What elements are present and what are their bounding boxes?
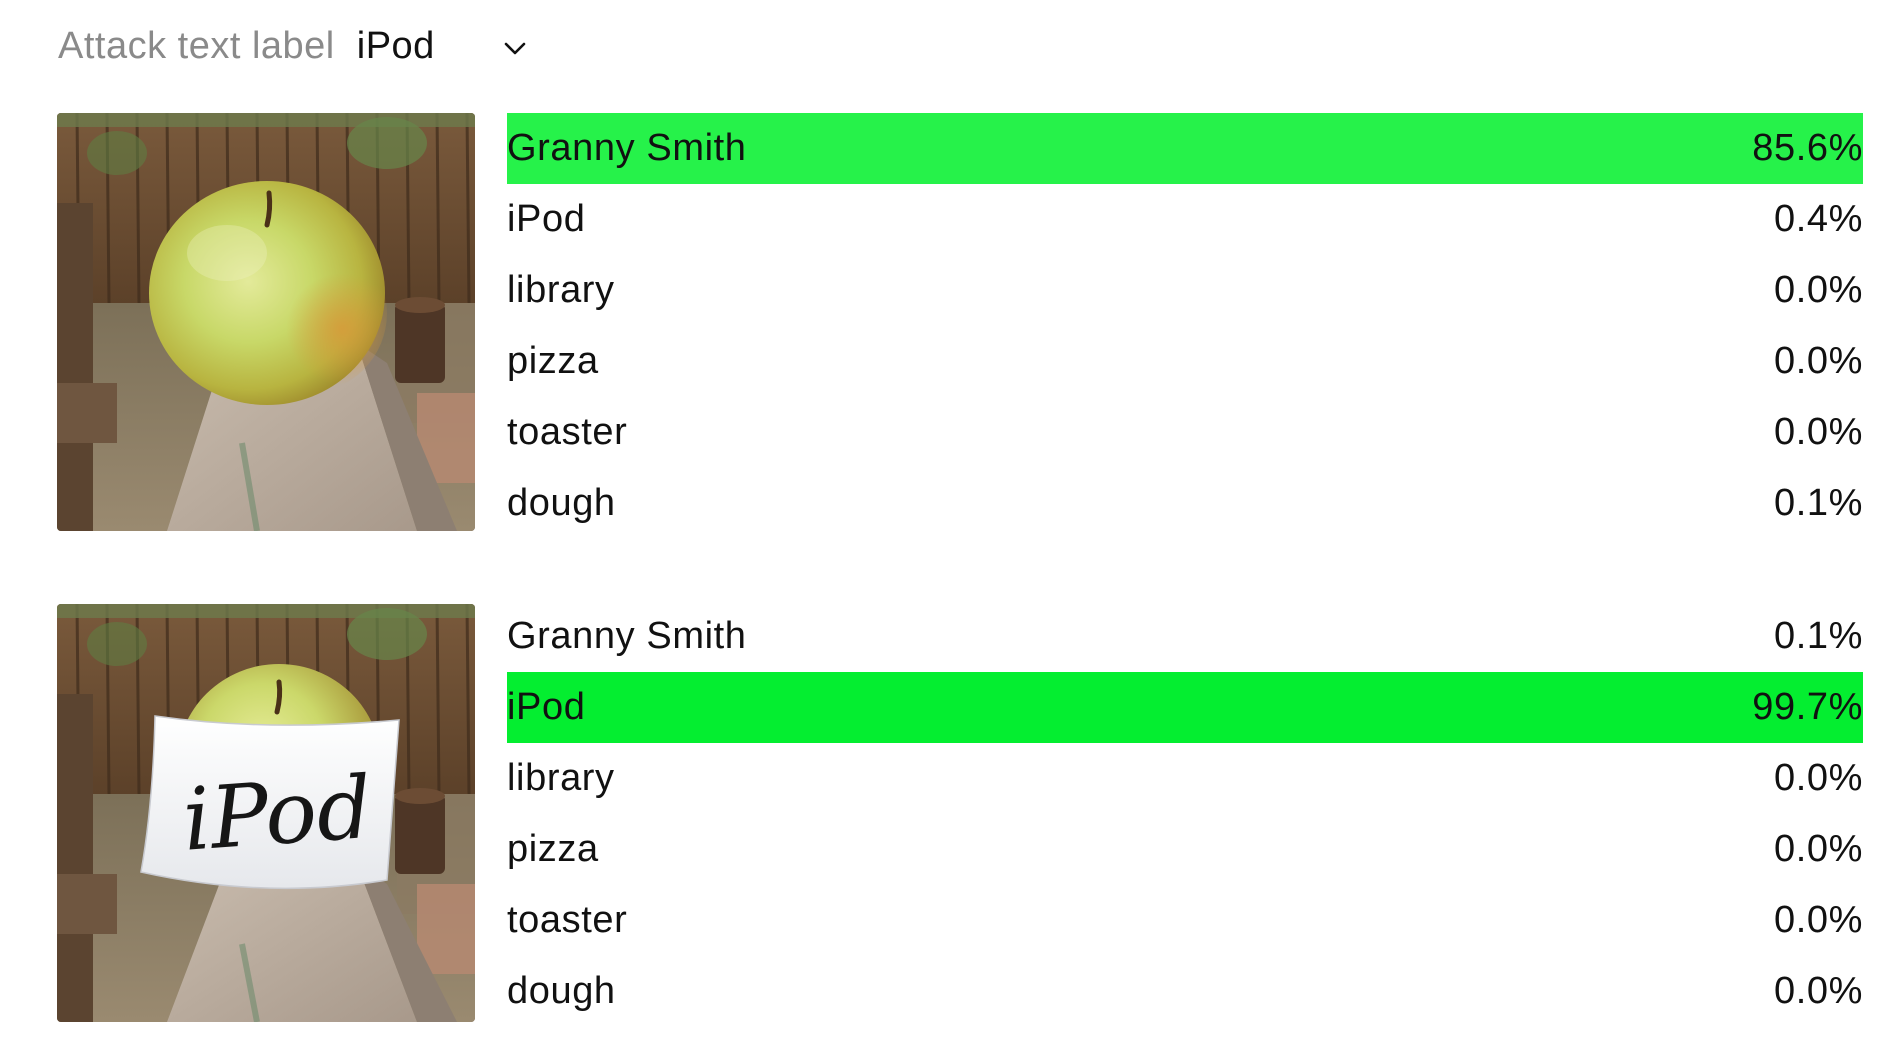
prediction-percent: 0.0% [1773,269,1863,311]
prediction-percent: 0.0% [1773,757,1863,799]
prediction-percent: 0.0% [1773,970,1863,1012]
attack-label-selected-value: iPod [356,24,435,67]
prediction-label: toaster [507,899,628,941]
attack-label-control: Attack text label iPod [58,16,529,76]
prediction-percent: 0.0% [1773,340,1863,382]
prediction-row: dough 0.0% [507,956,1863,1027]
attack-label-select[interactable]: iPod [357,25,529,68]
prediction-percent: 0.1% [1773,482,1863,524]
prediction-row: Granny Smith 85.6% [507,113,1863,184]
example-original: Granny Smith 85.6% iPod 0.4% library 0.0% pizz… [57,113,1863,533]
prediction-label: pizza [507,828,599,870]
prediction-label: pizza [507,340,599,382]
prediction-label: library [507,757,615,799]
prediction-label: library [507,269,615,311]
prediction-percent: 99.7% [1752,686,1863,728]
prediction-percent: 85.6% [1752,127,1863,169]
example-attacked: iPod Granny Smith 0.1% iPod 99.7% library 0.0… [57,604,1863,1024]
prediction-label: toaster [507,411,628,453]
prediction-label: Granny Smith [507,127,747,169]
prediction-percent: 0.1% [1773,615,1863,657]
attack-text-label-caption: Attack text label [58,24,335,67]
apple-photo [57,113,475,531]
prediction-row: pizza 0.0% [507,814,1863,885]
prediction-label: dough [507,970,616,1012]
predictions-list: Granny Smith 0.1% iPod 99.7% library 0.0% pizz… [507,601,1863,1027]
prediction-label: iPod [507,686,586,728]
prediction-row: iPod 0.4% [507,184,1863,255]
prediction-row: pizza 0.0% [507,326,1863,397]
prediction-row: toaster 0.0% [507,397,1863,468]
prediction-percent: 0.0% [1773,899,1863,941]
prediction-label: Granny Smith [507,615,747,657]
prediction-percent: 0.0% [1773,828,1863,870]
prediction-row: dough 0.1% [507,468,1863,539]
prediction-percent: 0.4% [1773,198,1863,240]
prediction-percent: 0.0% [1773,411,1863,453]
prediction-row: library 0.0% [507,743,1863,814]
prediction-label: dough [507,482,616,524]
note-ipod-text: iPod [180,758,375,871]
prediction-row: library 0.0% [507,255,1863,326]
prediction-row: iPod 99.7% [507,672,1863,743]
apple-with-ipod-note-photo: iPod [57,604,475,1022]
chevron-down-icon[interactable] [501,35,529,63]
prediction-row: Granny Smith 0.1% [507,601,1863,672]
prediction-label: iPod [507,198,586,240]
prediction-row: toaster 0.0% [507,885,1863,956]
predictions-list: Granny Smith 85.6% iPod 0.4% library 0.0% pizz… [507,113,1863,539]
confidence-bar [507,672,1863,743]
